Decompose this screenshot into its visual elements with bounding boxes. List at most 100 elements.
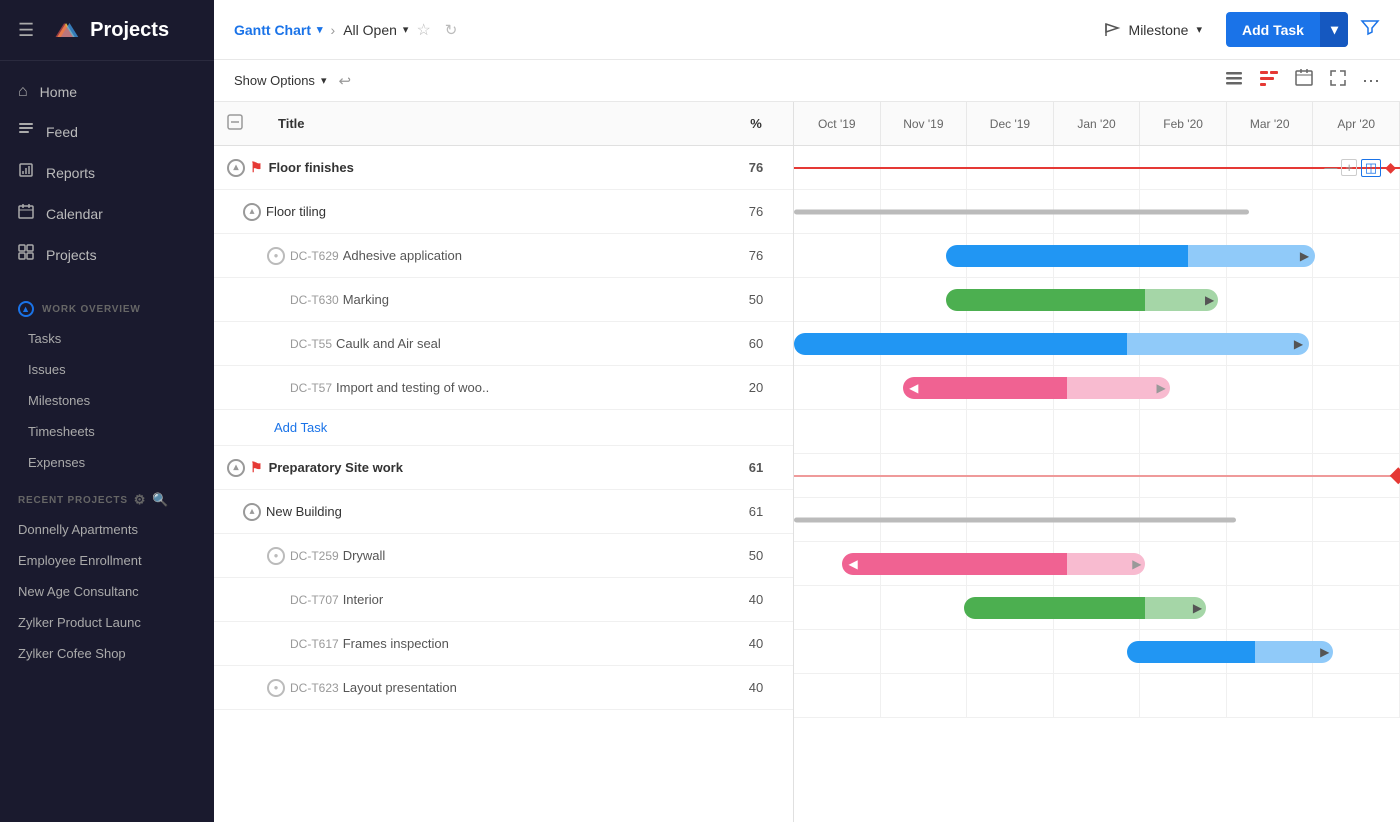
month-dec19: Dec '19 — [967, 102, 1054, 145]
show-options-button[interactable]: Show Options ▾ — [234, 73, 326, 88]
task-percent-t623: 40 — [731, 680, 781, 695]
gantt-chart-button[interactable]: Gantt Chart ▾ — [234, 22, 323, 38]
star-icon[interactable]: ☆ — [416, 20, 430, 40]
t259-arrow: ▶ — [1132, 557, 1141, 571]
floor-tiling-percent: 76 — [731, 204, 781, 219]
t57-left-arrow: ◀ — [909, 381, 918, 395]
project-zylker-coffee[interactable]: Zylker Cofee Shop — [0, 638, 214, 669]
t629-arrow: ▶ — [1300, 249, 1309, 263]
project-zylker-launch[interactable]: Zylker Product Launc — [0, 607, 214, 638]
search-projects-icon[interactable]: 🔍 — [152, 492, 169, 508]
expand-t629[interactable]: ● — [266, 244, 290, 268]
expand-floor-finishes[interactable]: ▴ — [226, 156, 250, 180]
filter-button[interactable]: All Open ▾ — [343, 22, 408, 38]
task-list-panel: Title % ▴ ⚑ Floor finishes 76 ▴ — [214, 102, 794, 822]
expand-t259[interactable]: ● — [266, 544, 290, 568]
breadcrumb-separator: › — [331, 22, 336, 38]
projects-icon — [18, 244, 34, 265]
task-id-t630: DC-T630 — [290, 293, 339, 307]
floor-tiling-bar — [794, 209, 1249, 214]
task-id-t617: DC-T617 — [290, 637, 339, 651]
table-row: ▴ New Building 61 — [214, 490, 793, 534]
sidebar-item-projects[interactable]: Projects — [0, 234, 214, 275]
sidebar-item-reports[interactable]: Reports — [0, 152, 214, 193]
sidebar-timesheets[interactable]: Timesheets — [0, 416, 214, 447]
t630-bar-light: ▶ — [1145, 289, 1218, 311]
gantt-row-t630: ▶ — [794, 278, 1400, 322]
gantt-chart-panel: Oct '19 Nov '19 Dec '19 Jan '20 Feb '20 … — [794, 102, 1400, 822]
home-icon: ⌂ — [18, 83, 28, 101]
date-icon[interactable]: ◫ — [1361, 159, 1381, 177]
sidebar-issues[interactable]: Issues — [0, 354, 214, 385]
filter-dropdown-icon: ▾ — [403, 23, 409, 36]
gantt-icon — [1258, 68, 1280, 88]
milestone-label: Milestone — [1129, 22, 1189, 38]
show-options-label: Show Options — [234, 73, 315, 88]
gantt-row-t57: ◀ ▶ — [794, 366, 1400, 410]
sidebar-item-home[interactable]: ⌂ Home — [0, 73, 214, 111]
month-mar20: Mar '20 — [1227, 102, 1314, 145]
gantt-container: Title % ▴ ⚑ Floor finishes 76 ▴ — [214, 102, 1400, 822]
table-row: ● DC-T629 Adhesive application 76 — [214, 234, 793, 278]
t629-bar-light: ▶ — [1188, 245, 1315, 267]
calendar-view-icon[interactable] — [1294, 68, 1314, 93]
milestone-button[interactable]: Milestone ▾ — [1091, 15, 1214, 45]
task-name-t623: Layout presentation — [343, 680, 731, 695]
expand-floor-tiling[interactable]: ▴ — [242, 200, 266, 224]
recent-projects-label: RECENT PROJECTS — [18, 495, 128, 506]
calendar-icon — [18, 203, 34, 224]
month-jan20: Jan '20 — [1054, 102, 1141, 145]
t629-bar-solid — [946, 245, 1188, 267]
expand-prep-site[interactable]: ▴ — [226, 456, 250, 480]
expand-icon[interactable] — [1328, 68, 1348, 93]
floor-finishes-bar — [794, 167, 1400, 169]
more-options-icon[interactable]: ··· — [1362, 70, 1380, 91]
plus-icon[interactable]: + — [1341, 159, 1357, 176]
sidebar-item-calendar[interactable]: Calendar — [0, 193, 214, 234]
main-content: Gantt Chart ▾ › All Open ▾ ☆ ↻ Milestone… — [214, 0, 1400, 822]
task-percent-t707: 40 — [731, 592, 781, 607]
refresh-icon[interactable]: ↻ — [445, 21, 458, 39]
table-row: ● DC-T259 Drywall 50 — [214, 534, 793, 578]
minus-icon[interactable]: — — [1324, 160, 1337, 175]
filter-funnel-icon[interactable] — [1360, 17, 1380, 42]
sidebar-calendar-label: Calendar — [46, 206, 103, 222]
milestone-icon — [1103, 21, 1121, 39]
month-feb20: Feb '20 — [1140, 102, 1227, 145]
sidebar-milestones[interactable]: Milestones — [0, 385, 214, 416]
add-task-button[interactable]: Add Task ▾ — [1226, 12, 1348, 47]
gantt-chart-label: Gantt Chart — [234, 22, 311, 38]
task-list-header: Title % — [214, 102, 793, 146]
floor-finishes-percent: 76 — [731, 160, 781, 175]
t707-bar-solid — [964, 597, 1146, 619]
gantt-view-icon[interactable] — [1258, 68, 1280, 93]
filter-projects-icon[interactable]: ⚙ — [134, 492, 146, 508]
sidebar: ☰ Projects ⌂ Home Feed — [0, 0, 214, 822]
header-action-icons: ☆ ↻ — [416, 20, 457, 40]
expand-new-building[interactable]: ▴ — [242, 500, 266, 524]
gantt-row-t55: ▶ — [794, 322, 1400, 366]
sidebar-tasks[interactable]: Tasks — [0, 323, 214, 354]
sidebar-expenses[interactable]: Expenses — [0, 447, 214, 478]
task-id-t57: DC-T57 — [290, 381, 332, 395]
t617-bar-light: ▶ — [1255, 641, 1334, 663]
t55-arrow: ▶ — [1294, 337, 1303, 351]
percent-column-header: % — [731, 116, 781, 131]
table-row: ▴ ⚑ Floor finishes 76 — [214, 146, 793, 190]
gantt-row-prep-site — [794, 454, 1400, 498]
hamburger-icon[interactable]: ☰ — [18, 20, 34, 41]
list-view-icon[interactable] — [1224, 68, 1244, 93]
add-task-row[interactable]: Add Task — [214, 410, 793, 446]
floor-tiling-name: Floor tiling — [266, 204, 731, 219]
t259-left-arrow: ◀ — [848, 557, 857, 571]
task-name-t630: Marking — [343, 292, 731, 307]
expand-t623[interactable]: ● — [266, 676, 290, 700]
project-employee[interactable]: Employee Enrollment — [0, 545, 214, 576]
expand-all-icon[interactable] — [226, 113, 254, 134]
project-donnelly[interactable]: Donnelly Apartments — [0, 514, 214, 545]
undo-icon[interactable]: ↩ — [338, 72, 351, 90]
project-newage[interactable]: New Age Consultanc — [0, 576, 214, 607]
sidebar-item-feed[interactable]: Feed — [0, 111, 214, 152]
add-task-dropdown-arrow[interactable]: ▾ — [1320, 12, 1348, 47]
expand-svg — [1328, 68, 1348, 88]
